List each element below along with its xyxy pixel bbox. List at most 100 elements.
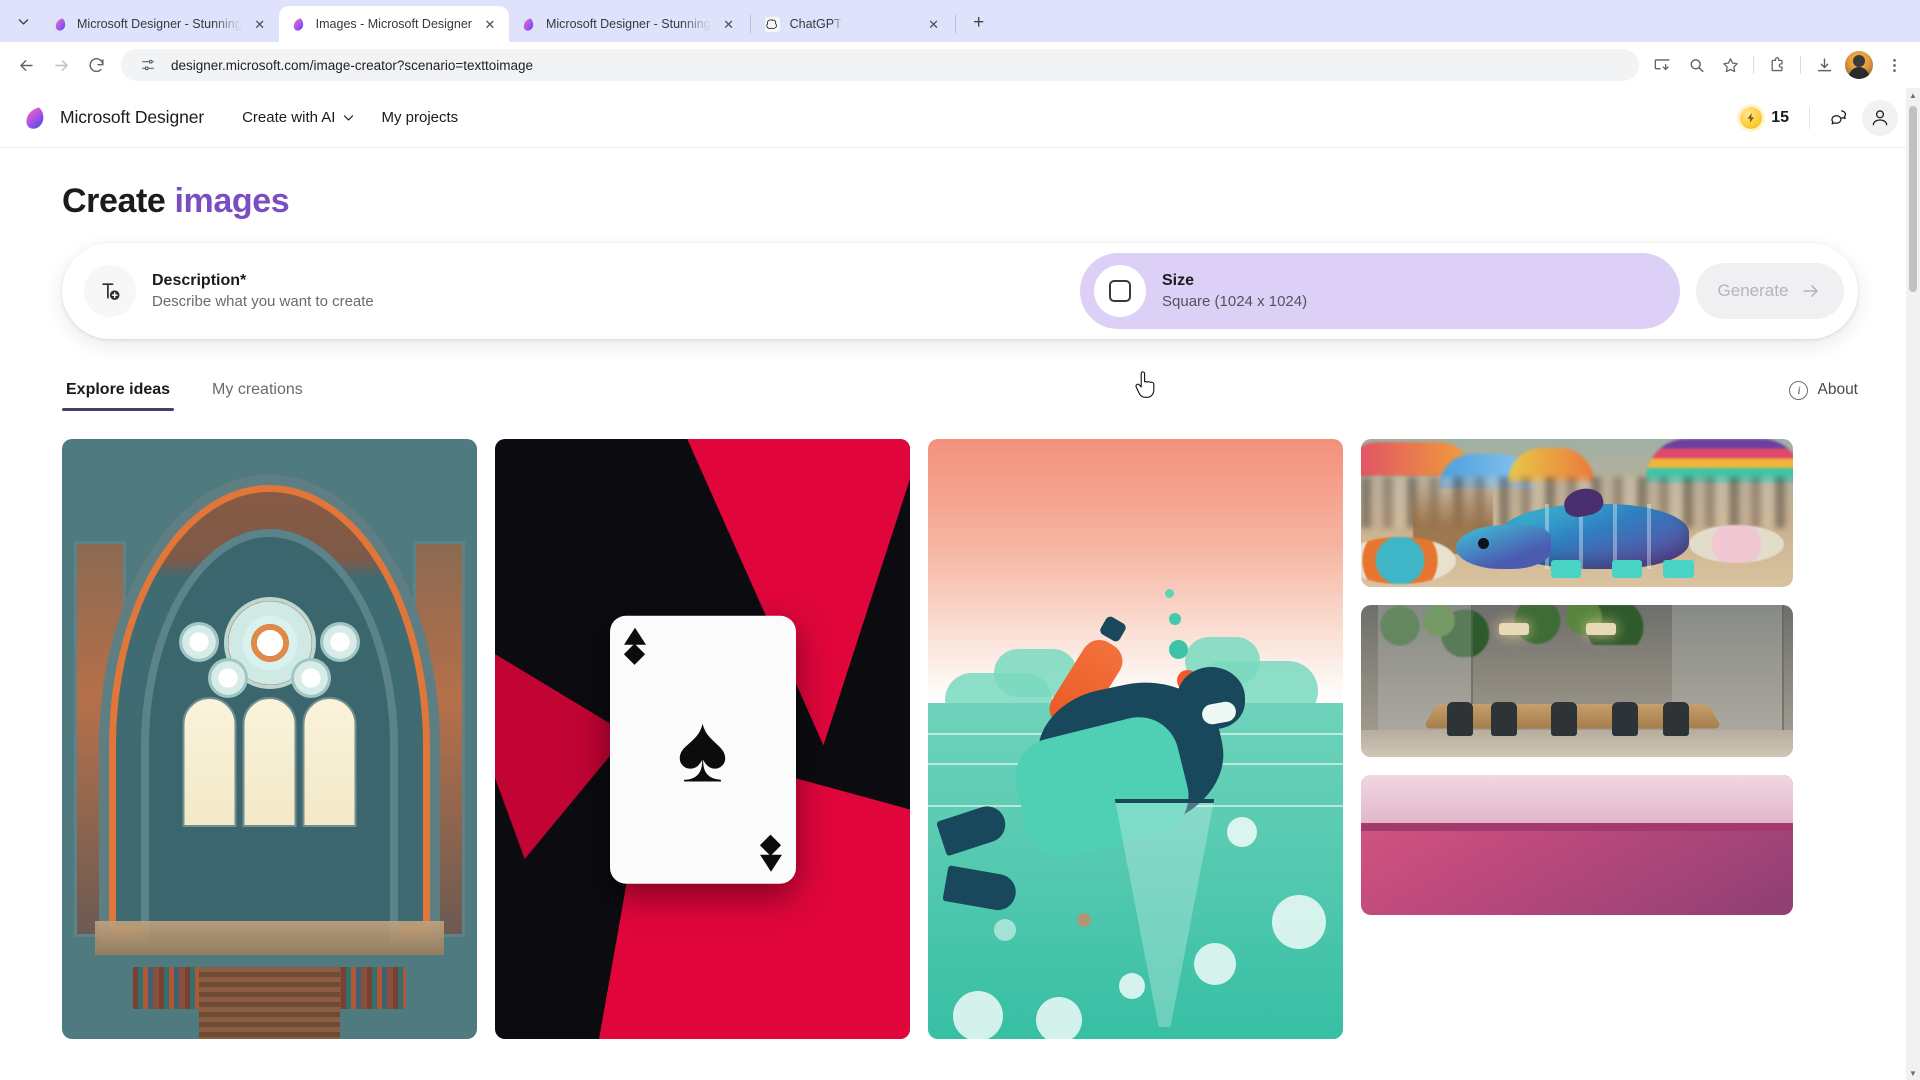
account-person-icon[interactable]	[1862, 99, 1898, 136]
install-app-icon[interactable]	[1646, 49, 1678, 81]
credits-badge[interactable]: 15	[1732, 103, 1797, 133]
description-input-area[interactable]: Description* Describe what you want to c…	[84, 243, 1080, 339]
back-button[interactable]	[10, 49, 42, 81]
page-scrollbar[interactable]: ▲ ▼	[1906, 88, 1920, 1080]
browser-tab-title: ChatGPT	[789, 17, 842, 31]
nav-my-projects[interactable]: My projects	[371, 101, 468, 134]
header-right: 15	[1732, 99, 1898, 136]
prompt-bar-wrapper: Description* Describe what you want to c…	[0, 221, 1920, 339]
nav-create-with-ai[interactable]: Create with AI	[232, 101, 365, 134]
new-tab-button[interactable]: +	[964, 8, 994, 38]
prompt-bar: Description* Describe what you want to c…	[62, 243, 1858, 339]
text-add-icon	[84, 265, 136, 317]
gallery-card-ace-of-spades-card[interactable]: ♠	[495, 439, 910, 1039]
header-divider	[1809, 106, 1810, 129]
designer-logo-icon	[22, 105, 48, 131]
generate-button[interactable]: Generate	[1696, 263, 1844, 319]
header-nav: Create with AI My projects	[232, 101, 468, 134]
tab-close-icon[interactable]: ✕	[481, 15, 499, 33]
gallery-column-4	[1361, 439, 1793, 1039]
three-dots-menu-icon[interactable]	[1878, 49, 1910, 81]
site-settings-tune-icon[interactable]	[135, 52, 161, 78]
downloads-icon[interactable]	[1808, 49, 1840, 81]
credits-count: 15	[1771, 108, 1789, 126]
browser-tab-3[interactable]: ChatGPT ✕	[753, 6, 953, 42]
browser-tab-0[interactable]: Microsoft Designer - Stunning ✕	[40, 6, 279, 42]
scrollbar-thumb[interactable]	[1909, 106, 1917, 292]
scrollbar-down-arrow[interactable]: ▼	[1906, 1066, 1920, 1080]
reload-icon	[89, 57, 104, 72]
designer-icon	[521, 16, 537, 32]
chevron-down-icon	[344, 115, 354, 121]
designer-icon	[52, 16, 68, 32]
page-title-prefix: Create	[62, 182, 166, 220]
tab-close-icon[interactable]: ✕	[251, 15, 269, 33]
browser-tab-title: Microsoft Designer - Stunning	[545, 17, 711, 31]
artwork-green-office-interior	[1361, 605, 1793, 757]
description-placeholder: Describe what you want to create	[152, 293, 374, 310]
size-selector-chip[interactable]: Size Square (1024 x 1024)	[1080, 253, 1680, 329]
feedback-chat-icon[interactable]	[1822, 100, 1858, 136]
tab-close-icon[interactable]: ✕	[925, 15, 943, 33]
tab-close-icon[interactable]: ✕	[720, 15, 738, 33]
about-label: About	[1817, 381, 1858, 398]
info-circle-icon: i	[1789, 380, 1809, 400]
profile-avatar-icon[interactable]	[1845, 51, 1873, 79]
description-label: Description*	[152, 272, 247, 289]
nav-label: My projects	[381, 109, 459, 126]
size-texts: Size Square (1024 x 1024)	[1162, 272, 1307, 310]
tab-my-creations[interactable]: My creations	[208, 381, 307, 411]
tab-search-chevron-down-icon[interactable]	[6, 4, 40, 38]
gallery-column-1	[62, 439, 477, 1039]
search-magnifier-icon[interactable]	[1680, 49, 1712, 81]
brand-name: Microsoft Designer	[60, 107, 205, 127]
gallery-column-3	[928, 439, 1343, 1039]
scrollbar-up-arrow[interactable]: ▲	[1906, 88, 1920, 102]
generate-label: Generate	[1717, 281, 1789, 300]
designer-icon	[291, 16, 307, 32]
address-bar[interactable]: designer.microsoft.com/image-creator?sce…	[121, 49, 1639, 81]
chatgpt-icon	[765, 16, 781, 32]
forward-button[interactable]	[45, 49, 77, 81]
gallery-card-scuba-diver-illustration[interactable]	[928, 439, 1343, 1039]
explore-gallery: ♠	[62, 439, 1858, 1039]
gallery-card-ornate-library-interior[interactable]	[62, 439, 477, 1039]
tab-separator	[749, 15, 751, 33]
artwork-pink-gradient-artwork	[1361, 775, 1793, 915]
toolbar-actions	[1646, 49, 1910, 81]
artwork-ace-of-spades-card: ♠	[495, 439, 910, 1039]
page-title-accent: images	[174, 182, 290, 220]
browser-tabstrip: Microsoft Designer - Stunning ✕ Images -…	[0, 0, 1920, 42]
nav-label: Create with AI	[242, 109, 336, 126]
address-bar-url: designer.microsoft.com/image-creator?sce…	[171, 57, 534, 73]
arrow-right-icon	[1803, 285, 1819, 297]
description-texts: Description* Describe what you want to c…	[152, 272, 374, 310]
browser-tab-2[interactable]: Microsoft Designer - Stunning ✕	[509, 6, 748, 42]
tab-separator	[954, 15, 956, 33]
square-shape-icon	[1094, 265, 1146, 317]
explore-tabs-row: Explore ideas My creations i About	[62, 375, 1858, 417]
tab-explore-ideas[interactable]: Explore ideas	[62, 381, 175, 411]
browser-tab-1[interactable]: Images - Microsoft Designer ✕	[278, 6, 509, 42]
reload-button[interactable]	[80, 49, 112, 81]
page-content: Create images Description* Describe what…	[0, 148, 1920, 1039]
designer-app-header: Microsoft Designer Create with AI My pro…	[0, 88, 1920, 148]
extensions-puzzle-icon[interactable]	[1761, 49, 1793, 81]
bookmark-star-icon[interactable]	[1714, 49, 1746, 81]
gallery-card-green-office-interior[interactable]	[1361, 605, 1793, 757]
browser-window: Microsoft Designer - Stunning ✕ Images -…	[0, 0, 1920, 1080]
gallery-card-painted-armadillo-market[interactable]	[1361, 439, 1793, 587]
page-title: Create images	[0, 148, 1920, 221]
brand[interactable]: Microsoft Designer	[22, 105, 204, 131]
toolbar-divider	[1800, 56, 1801, 74]
arrow-left-icon	[19, 59, 33, 71]
artwork-painted-armadillo-market	[1361, 439, 1793, 587]
arrow-right-icon	[54, 59, 68, 71]
about-button[interactable]: i About	[1789, 380, 1858, 412]
chevron-down-icon	[18, 18, 28, 25]
size-label: Size	[1162, 272, 1195, 289]
browser-tab-title: Images - Microsoft Designer	[315, 17, 472, 31]
gallery-column-2: ♠	[495, 439, 910, 1039]
gallery-card-pink-gradient-artwork[interactable]	[1361, 775, 1793, 915]
artwork-scuba-diver-illustration	[928, 439, 1343, 1039]
